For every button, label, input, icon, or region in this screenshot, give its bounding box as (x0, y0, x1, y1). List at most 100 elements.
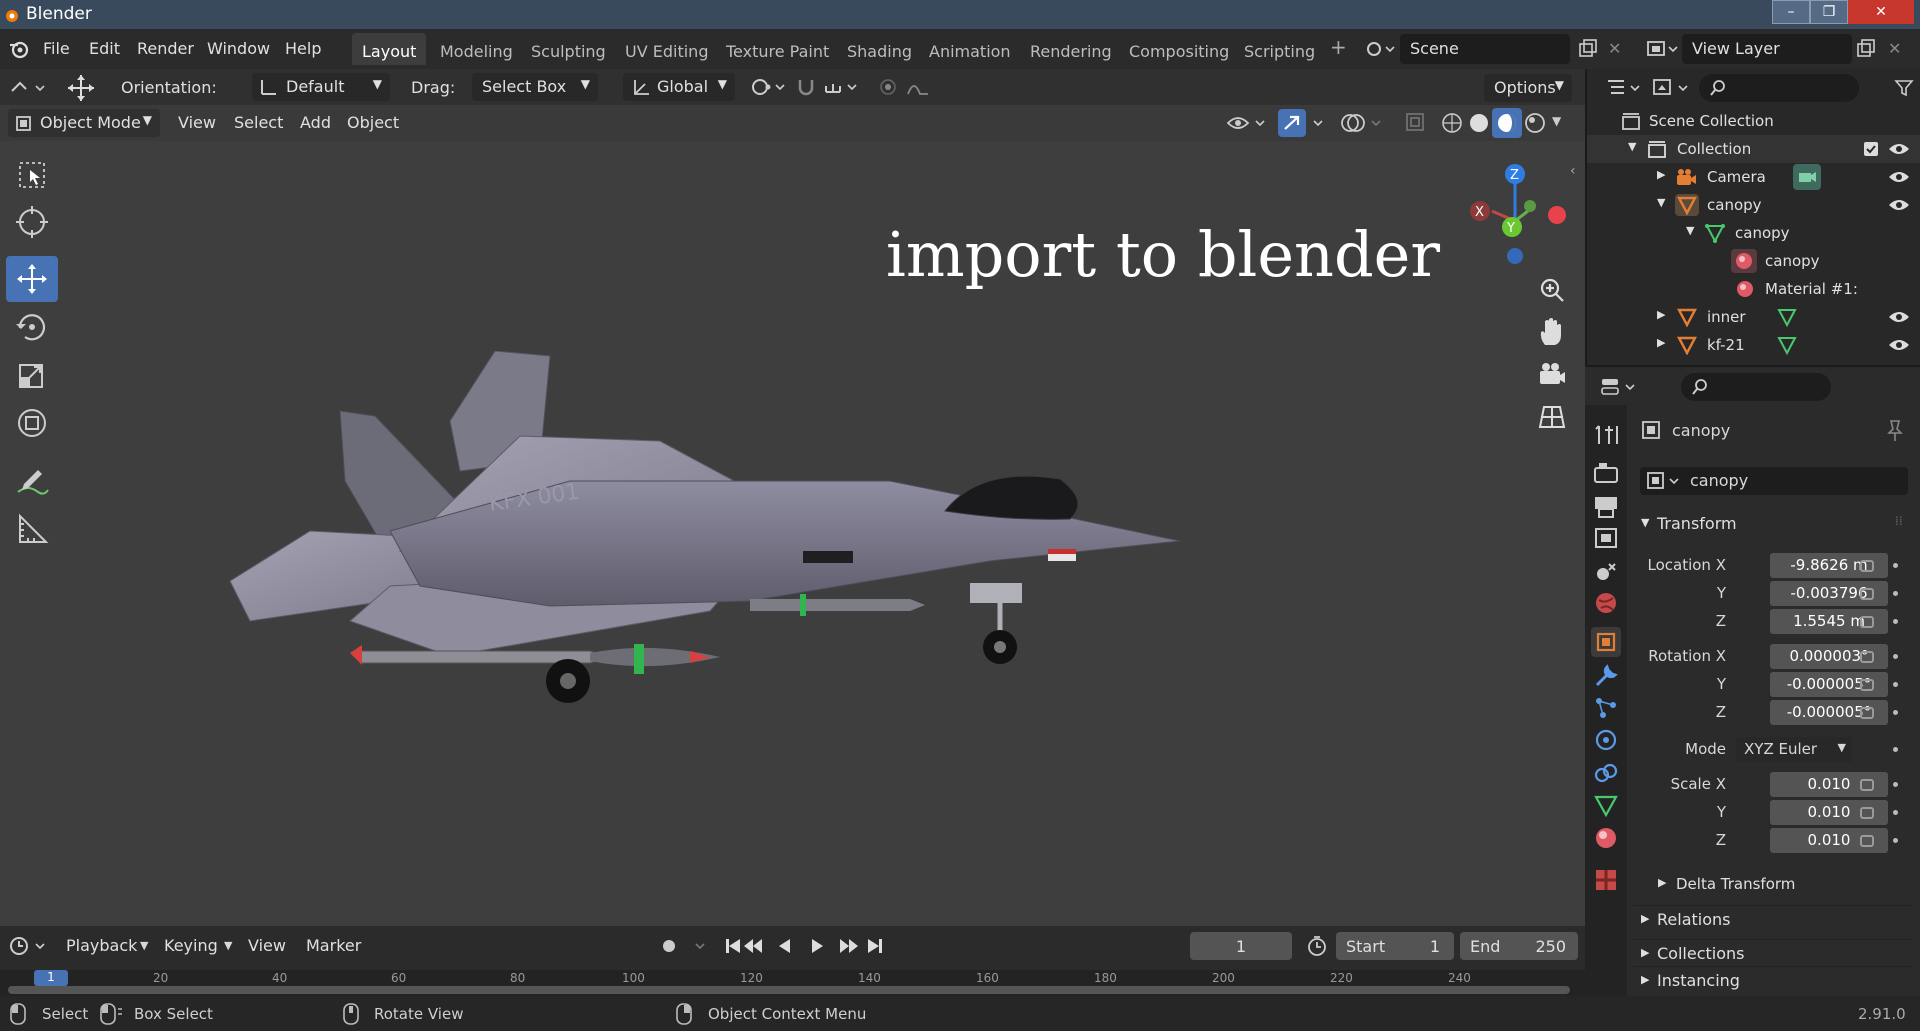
rotation-mode-dropdown[interactable]: XYZ Euler ▼ (1736, 737, 1852, 762)
menu-edit[interactable]: Edit (89, 39, 120, 58)
keyframe-dot-icon[interactable] (1893, 682, 1898, 687)
viewport-menu-add[interactable]: Add (300, 113, 331, 132)
auto-keying-icon[interactable] (658, 935, 708, 957)
menu-window[interactable]: Window (207, 39, 270, 58)
workspace-tab-modeling[interactable]: Modeling (430, 33, 523, 65)
workspace-tab-layout[interactable]: Layout (352, 33, 427, 65)
playback-controls[interactable] (722, 934, 892, 958)
select-box-tool[interactable] (6, 152, 58, 198)
lock-icon[interactable] (1860, 779, 1874, 791)
instancing-panel-header[interactable]: ▶ Instancing (1633, 966, 1913, 996)
keyframe-dot-icon[interactable] (1893, 747, 1898, 752)
gizmo-toggle-icon[interactable] (1278, 109, 1340, 137)
3d-viewport[interactable]: import to blender KFX 001 Z Y X ‹ (0, 141, 1585, 926)
lock-icon[interactable] (1860, 707, 1874, 719)
orientation-dropdown[interactable]: Default ▼ (252, 73, 390, 101)
lock-icon[interactable] (1860, 807, 1874, 819)
lock-icon[interactable] (1860, 651, 1874, 663)
blender-menu-icon[interactable] (8, 39, 30, 59)
timeline-menu-playback[interactable]: Playback (66, 936, 137, 955)
delete-view-layer-button[interactable]: ✕ (1888, 39, 1901, 58)
editor-type-icon[interactable] (8, 77, 48, 99)
xray-toggle-icon[interactable] (1404, 111, 1428, 135)
scene-browse-icon[interactable] (1366, 40, 1396, 58)
current-frame-field[interactable]: 1 (1190, 932, 1292, 960)
visibility-eye-icon[interactable] (1888, 337, 1910, 353)
transform-panel-header[interactable]: ▼ Transform ⁞⁞ (1633, 512, 1913, 542)
wireframe-shading-icon[interactable] (1440, 110, 1464, 136)
pan-hand-icon[interactable] (1536, 317, 1568, 349)
preview-range-icon[interactable] (1306, 935, 1328, 957)
outliner-row-camera[interactable]: ▶ Camera (1587, 163, 1920, 191)
outliner-row-inner[interactable]: ▶ inner (1587, 303, 1920, 331)
expand-right-icon[interactable]: ▶ (1657, 308, 1665, 321)
expand-down-icon[interactable]: ▼ (1657, 196, 1665, 209)
keyframe-dot-icon[interactable] (1893, 654, 1898, 659)
timeline-menu-view[interactable]: View (248, 936, 286, 955)
properties-editor-type-icon[interactable] (1600, 376, 1640, 398)
modifier-tab-icon[interactable] (1591, 661, 1621, 691)
keyframe-dot-icon[interactable] (1893, 710, 1898, 715)
viewport-menu-select[interactable]: Select (234, 113, 283, 132)
lock-icon[interactable] (1860, 560, 1874, 572)
outliner-editor-type-icon[interactable] (1605, 77, 1645, 99)
navigation-gizmo[interactable]: Z Y X (1450, 156, 1580, 266)
transform-orientation-dropdown[interactable]: Global ▼ (623, 73, 735, 101)
scale-tool[interactable] (6, 353, 58, 399)
keyframe-dot-icon[interactable] (1893, 782, 1898, 787)
display-mode-icon[interactable] (1651, 77, 1693, 99)
expand-right-icon[interactable]: ▶ (1657, 168, 1665, 181)
timeline-scrollbar[interactable] (8, 986, 1570, 994)
timeline-menu-keying[interactable]: Keying (164, 936, 218, 955)
expand-right-icon[interactable]: ▶ (1657, 336, 1665, 349)
add-workspace-button[interactable]: + (1330, 35, 1347, 59)
workspace-tab-shading[interactable]: Shading (837, 33, 922, 65)
workspace-tab-texture-paint[interactable]: Texture Paint (716, 33, 839, 65)
lock-icon[interactable] (1860, 679, 1874, 691)
proportional-editing-icon[interactable] (876, 76, 946, 98)
drag-handle-icon[interactable]: ⁞⁞ (1895, 514, 1903, 528)
menu-file[interactable]: File (43, 39, 70, 58)
object-browse-icon[interactable] (1646, 471, 1682, 491)
material-tab-icon[interactable] (1591, 823, 1621, 853)
timeline-menu-marker[interactable]: Marker (306, 936, 361, 955)
exclude-checkbox-icon[interactable] (1863, 141, 1879, 157)
overlays-icon[interactable] (1340, 110, 1386, 136)
playhead-frame-badge[interactable]: 1 (34, 970, 68, 986)
solid-shading-icon[interactable] (1467, 110, 1491, 136)
view-layer-tab-icon[interactable] (1591, 523, 1621, 553)
shading-options-chevron-icon[interactable]: ▼ (1552, 114, 1561, 128)
minimize-button[interactable]: – (1772, 0, 1810, 24)
menu-render[interactable]: Render (137, 39, 194, 58)
keyframe-dot-icon[interactable] (1893, 591, 1898, 596)
pivot-point-icon[interactable] (748, 76, 788, 98)
properties-search-input[interactable] (1681, 373, 1831, 401)
pin-icon[interactable] (1885, 419, 1905, 441)
lock-icon[interactable] (1860, 616, 1874, 628)
rendered-shading-icon[interactable] (1523, 110, 1547, 136)
viewport-menu-object[interactable]: Object (347, 113, 399, 132)
physics-tab-icon[interactable] (1591, 725, 1621, 755)
relations-panel-header[interactable]: ▶ Relations (1633, 905, 1913, 935)
workspace-tab-scripting[interactable]: Scripting (1234, 33, 1325, 65)
workspace-tab-compositing[interactable]: Compositing (1119, 33, 1239, 65)
particles-tab-icon[interactable] (1591, 693, 1621, 723)
visibility-eye-icon[interactable] (1888, 169, 1910, 185)
transform-tool[interactable] (6, 400, 58, 446)
tool-tab-icon[interactable] (1591, 420, 1621, 450)
close-window-button[interactable]: ✕ (1848, 0, 1914, 24)
annotate-tool[interactable] (6, 458, 58, 504)
lock-icon[interactable] (1860, 588, 1874, 600)
drag-dropdown[interactable]: Select Box ▼ (472, 73, 598, 101)
collections-panel-header[interactable]: ▶ Collections (1633, 939, 1913, 969)
keyframe-dot-icon[interactable] (1893, 619, 1898, 624)
workspace-tab-rendering[interactable]: Rendering (1020, 33, 1122, 65)
workspace-tab-sculpting[interactable]: Sculpting (521, 33, 616, 65)
outliner-row-collection[interactable]: ▼ Collection (1587, 135, 1920, 163)
start-frame-field[interactable]: Start 1 (1336, 932, 1454, 960)
visibility-eye-icon[interactable] (1888, 141, 1910, 157)
measure-tool[interactable] (6, 506, 58, 552)
delete-scene-button[interactable]: ✕ (1608, 39, 1621, 58)
constraints-tab-icon[interactable] (1591, 758, 1621, 788)
visibility-eye-icon[interactable] (1888, 309, 1910, 325)
